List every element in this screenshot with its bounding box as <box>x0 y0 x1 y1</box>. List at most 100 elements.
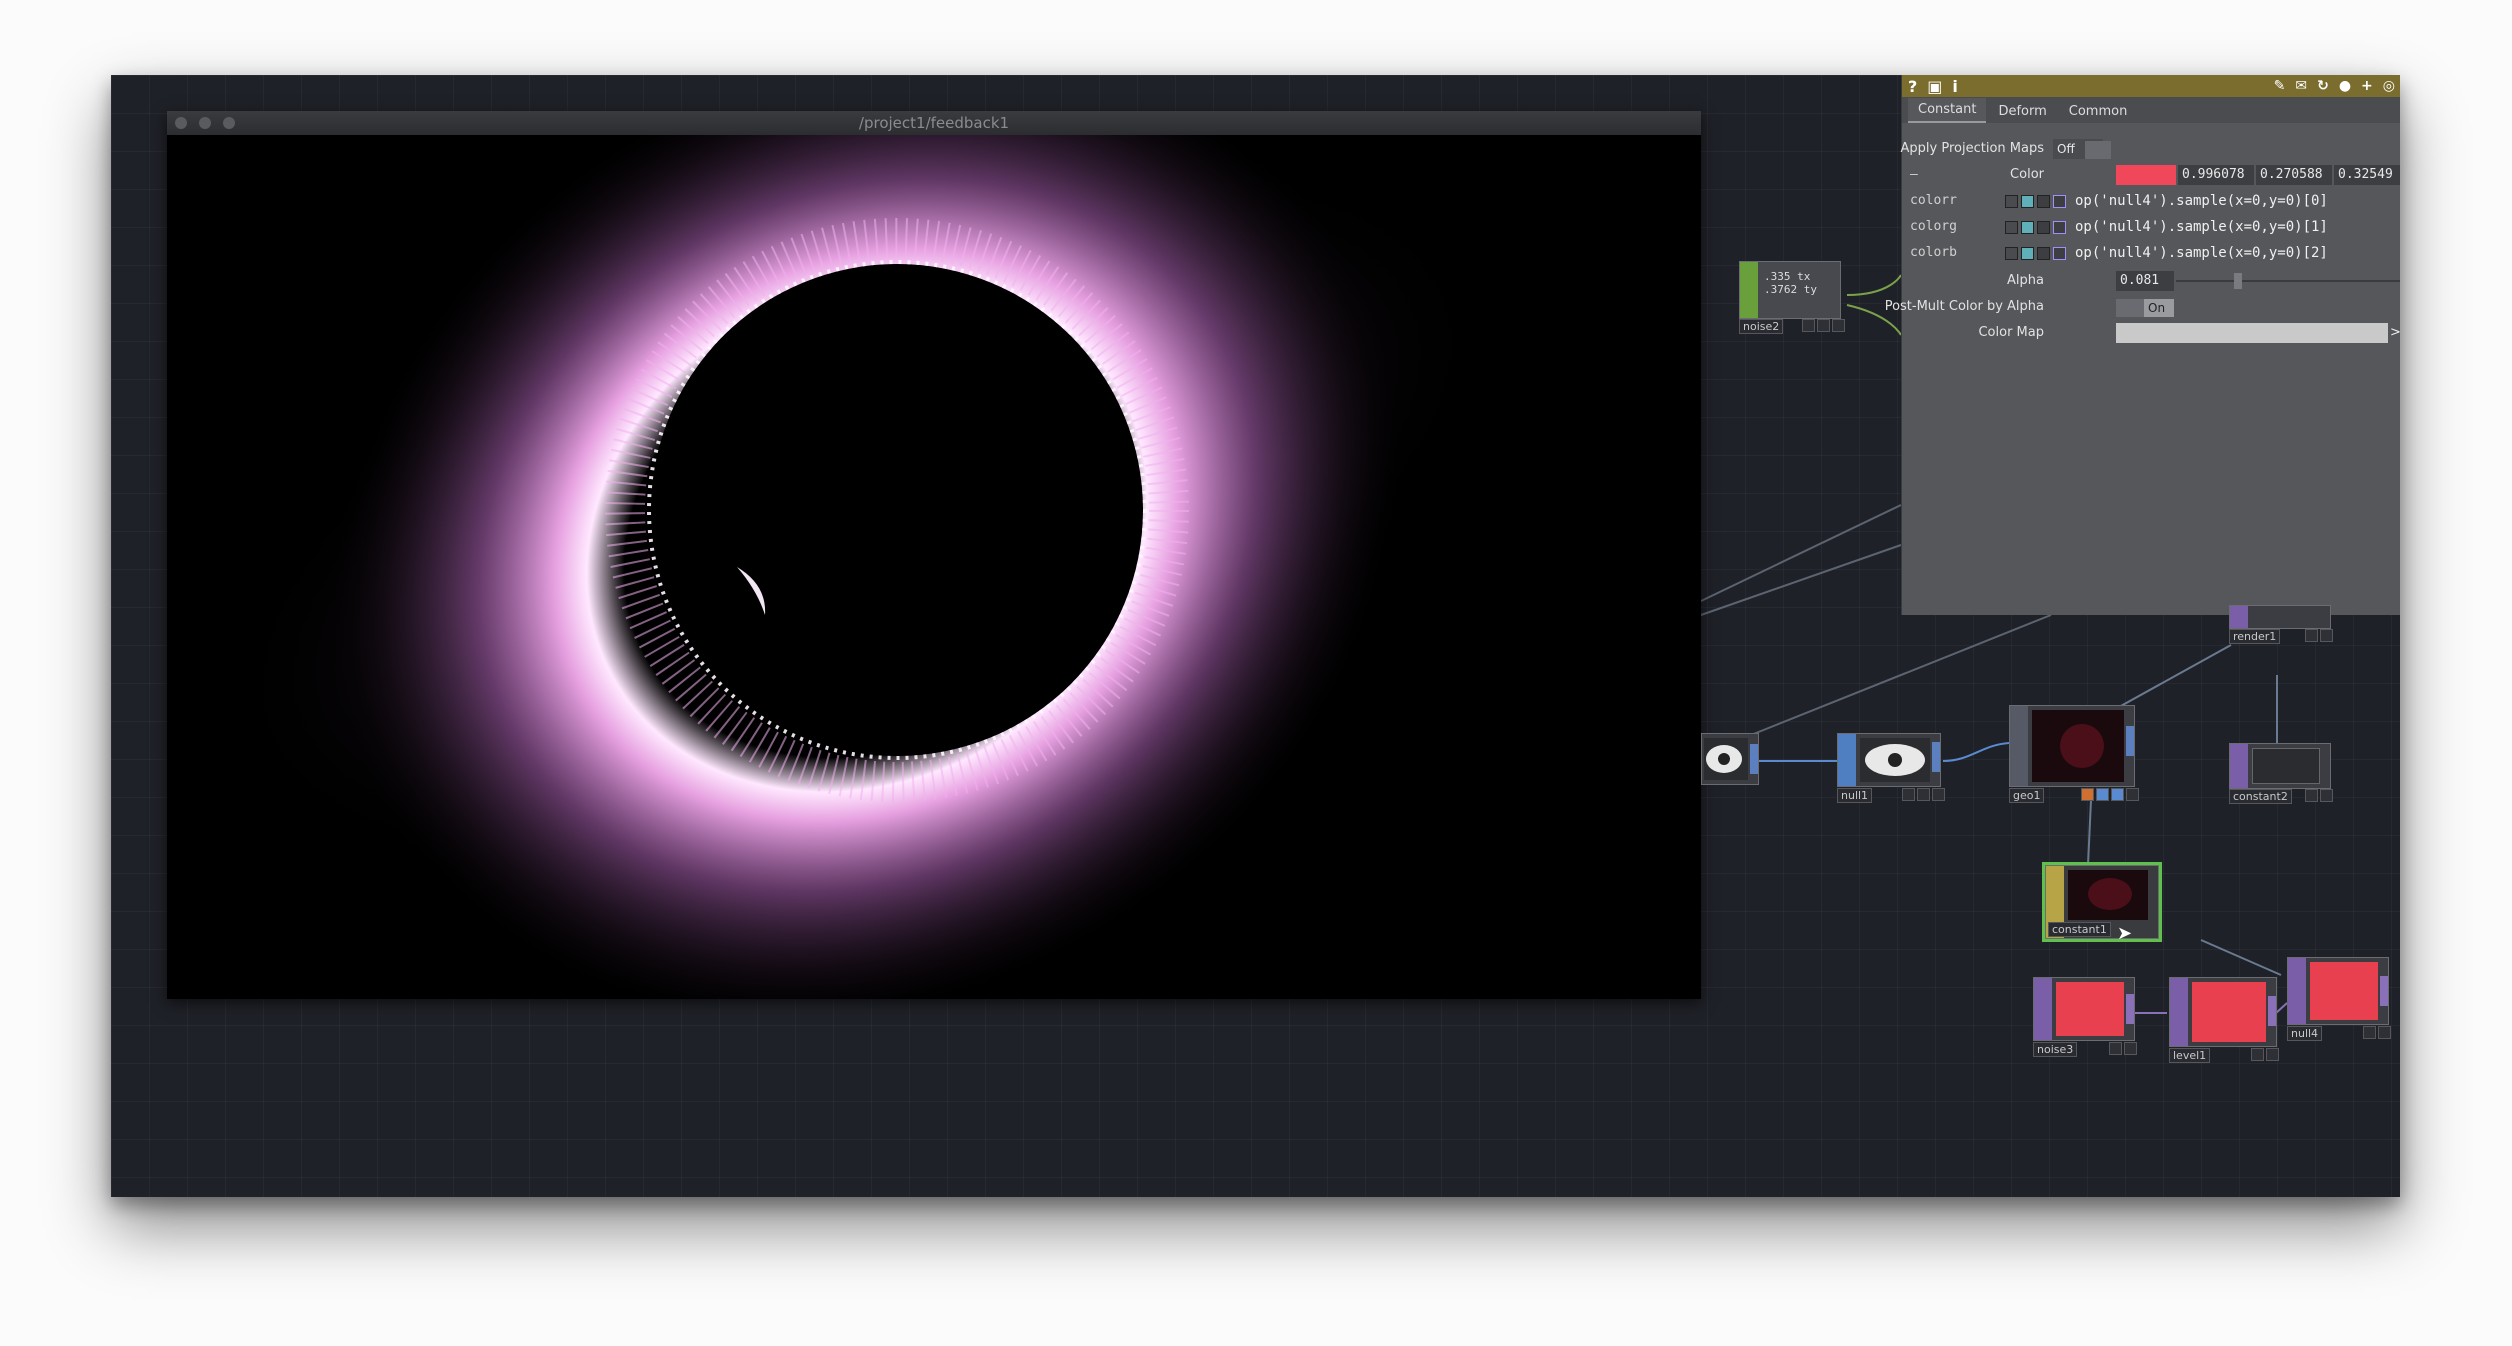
info-icon[interactable]: i <box>1952 77 1957 96</box>
python-help-icon[interactable]: ● <box>2339 78 2351 94</box>
noise2-value-1: .335 <box>1764 270 1791 283</box>
apply-projection-label: Apply Projection Maps <box>1900 141 2044 156</box>
render1-label[interactable]: render1 <box>2229 629 2281 644</box>
constant2-body[interactable] <box>2229 743 2331 789</box>
feedback-render-image <box>167 135 1701 999</box>
colorg-name: colorg <box>1910 219 1957 234</box>
alpha-slider-handle[interactable] <box>2234 273 2242 289</box>
level1-label[interactable]: level1 <box>2169 1048 2211 1063</box>
render1-flags[interactable] <box>2305 629 2333 642</box>
geo1-node[interactable]: geo1 <box>2009 705 2139 803</box>
null4-label[interactable]: null4 <box>2287 1026 2323 1041</box>
viewer-title: /project1/feedback1 <box>858 114 1010 132</box>
edit-icon[interactable]: ✎ <box>2274 78 2286 94</box>
colorb-row: colorb op('null4').sample(x=0,y=0)[2] <box>1902 241 2400 265</box>
tab-deform[interactable]: Deform <box>1988 100 2056 123</box>
comment-icon[interactable]: ✉ <box>2295 78 2307 94</box>
null1-thumbnail <box>1865 744 1925 776</box>
level1-flags[interactable] <box>2251 1048 2279 1061</box>
color-label: Color <box>2010 167 2044 182</box>
constant1-thumbnail <box>2088 878 2132 910</box>
apply-projection-switch[interactable] <box>2085 141 2111 159</box>
noise2-flag-strip <box>1740 262 1758 318</box>
noise2-label[interactable]: noise2 <box>1739 319 1784 334</box>
noise3-node[interactable]: noise3 <box>2033 977 2137 1057</box>
noise2-channel-2: ty <box>1803 283 1817 296</box>
noise2-value-2: .3762 <box>1764 283 1798 296</box>
noise3-body[interactable] <box>2033 977 2135 1041</box>
noise2-channel-1: tx <box>1797 270 1811 283</box>
parameter-panel: ? ▣ i ✎ ✉ ↻ ● + ◎ Constant Deform Common… <box>1885 75 2400 615</box>
null1-node[interactable]: null1 <box>1837 733 1945 803</box>
alpha-slider-track[interactable] <box>2176 280 2400 282</box>
colorb-name: colorb <box>1910 245 1957 260</box>
feedback-viewer-window[interactable]: /project1/feedback1 <box>167 111 1701 999</box>
constant1-label[interactable]: constant1 <box>2048 922 2111 937</box>
alpha-field[interactable]: 0.081 <box>2116 271 2174 291</box>
tab-constant[interactable]: Constant <box>1908 98 1987 123</box>
noise2-body[interactable]: .335 tx .3762 ty <box>1739 261 1841 319</box>
colorr-expression[interactable]: op('null4').sample(x=0,y=0)[0] <box>2075 193 2328 209</box>
colormap-field[interactable] <box>2116 323 2388 343</box>
panel-tabs: Constant Deform Common <box>1902 97 2400 123</box>
settings-icon[interactable]: ◎ <box>2383 78 2395 94</box>
panel-toolbar: ? ▣ i ✎ ✉ ↻ ● + ◎ <box>1902 75 2400 97</box>
postmult-label: Post-Mult Color by Alpha <box>1884 299 2044 314</box>
null1-body[interactable] <box>1837 733 1941 787</box>
sop-node-partial[interactable] <box>1701 733 1759 797</box>
colorg-mode-icons[interactable] <box>2005 221 2066 234</box>
postmult-value[interactable]: On <box>2144 299 2174 317</box>
colorr-mode-icons[interactable] <box>2005 195 2066 208</box>
constant2-label[interactable]: constant2 <box>2229 789 2292 804</box>
constant1-body[interactable]: constant1 <box>2045 865 2159 939</box>
level1-node[interactable]: level1 <box>2169 977 2279 1063</box>
color-row: — Color 0.996078 0.270588 0.32549 <box>1902 163 2400 187</box>
render1-node[interactable]: render1 <box>2229 605 2333 661</box>
level1-body[interactable] <box>2169 977 2277 1047</box>
touchdesigner-window: /project1/feedback1 .335 tx .3762 ty noi… <box>111 75 2400 1197</box>
render1-body[interactable] <box>2229 605 2331 629</box>
geo1-label[interactable]: geo1 <box>2009 788 2045 803</box>
help-icon[interactable]: ? <box>1908 77 1917 96</box>
add-icon[interactable]: + <box>2361 78 2373 94</box>
constant2-node[interactable]: constant2 <box>2229 743 2333 804</box>
null1-flags[interactable] <box>1902 788 1945 801</box>
viewer-titlebar[interactable]: /project1/feedback1 <box>167 111 1701 136</box>
colorb-mode-icons[interactable] <box>2005 247 2066 260</box>
apply-projection-row: Apply Projection Maps Off <box>1900 137 2400 161</box>
color-collapse-icon[interactable]: — <box>1910 167 1918 182</box>
null4-body[interactable] <box>2287 957 2389 1025</box>
colorg-expression[interactable]: op('null4').sample(x=0,y=0)[1] <box>2075 219 2328 235</box>
noise3-flags[interactable] <box>2109 1042 2137 1055</box>
tab-common[interactable]: Common <box>2059 100 2138 123</box>
noise2-node[interactable]: .335 tx .3762 ty noise2 <box>1739 261 1845 335</box>
python-icon[interactable]: ▣ <box>1927 77 1942 96</box>
colorr-row: colorr op('null4').sample(x=0,y=0)[0] <box>1902 189 2400 213</box>
colormap-label: Color Map <box>1978 325 2044 340</box>
partial-node-thumbnail <box>1706 745 1742 773</box>
constant2-flags[interactable] <box>2305 789 2333 802</box>
alpha-label: Alpha <box>2007 273 2044 288</box>
color-b-field[interactable]: 0.32549 <box>2334 165 2400 185</box>
reset-icon[interactable]: ↻ <box>2317 78 2329 94</box>
color-g-field[interactable]: 0.270588 <box>2256 165 2332 185</box>
null1-label[interactable]: null1 <box>1837 788 1873 803</box>
geo1-body[interactable] <box>2009 705 2135 787</box>
colormap-row: Color Map > <box>1902 321 2400 345</box>
colorb-expression[interactable]: op('null4').sample(x=0,y=0)[2] <box>2075 245 2328 261</box>
colormap-arrow-icon[interactable]: > <box>2390 325 2400 340</box>
alpha-row: Alpha 0.081 <box>1902 269 2400 293</box>
geo1-flags[interactable] <box>2081 788 2139 801</box>
null4-node[interactable]: null4 <box>2287 957 2391 1041</box>
color-r-field[interactable]: 0.996078 <box>2178 165 2254 185</box>
postmult-row: Post-Mult Color by Alpha On <box>1885 295 2400 319</box>
color-swatch[interactable] <box>2116 165 2176 185</box>
partial-node-body[interactable] <box>1701 733 1759 785</box>
noise3-label[interactable]: noise3 <box>2033 1042 2078 1057</box>
noise2-flags[interactable] <box>1802 319 1845 332</box>
constant1-node[interactable]: constant1 ➤ <box>2045 865 2161 944</box>
mouse-cursor-icon: ➤ <box>2117 923 2133 944</box>
geo1-thumbnail <box>2060 724 2104 768</box>
colorg-row: colorg op('null4').sample(x=0,y=0)[1] <box>1902 215 2400 239</box>
null4-flags[interactable] <box>2363 1026 2391 1039</box>
